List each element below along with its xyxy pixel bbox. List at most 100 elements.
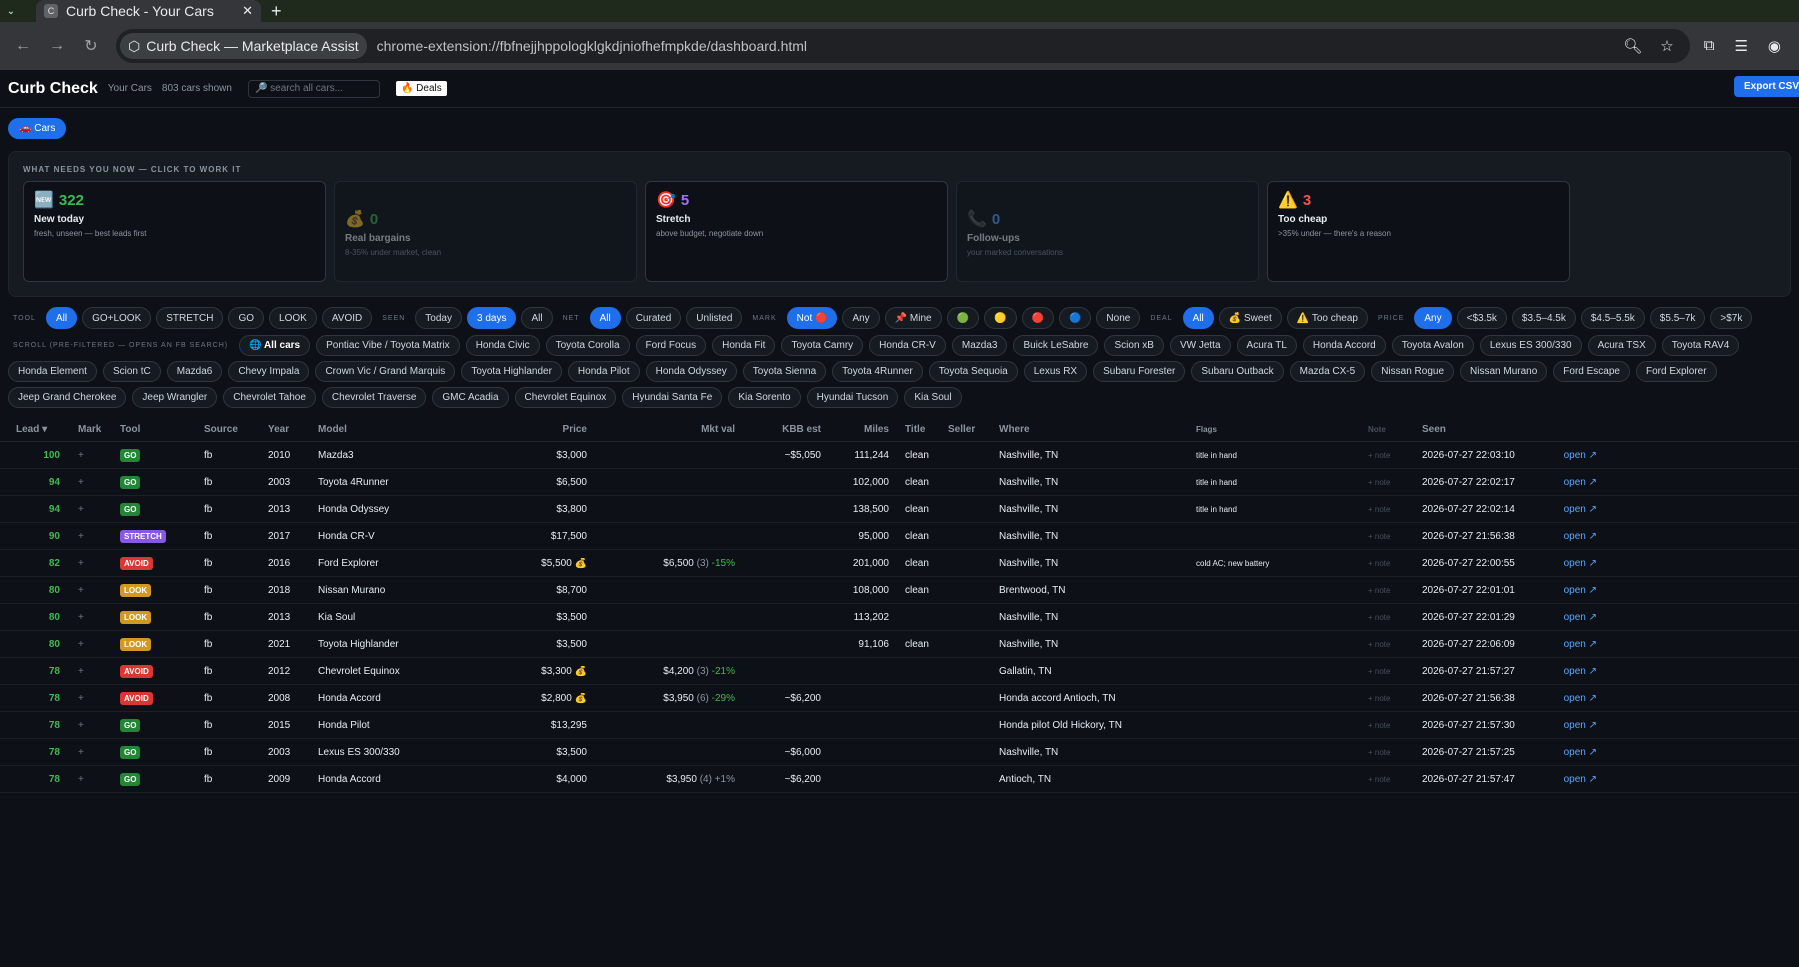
note-button[interactable]: + note <box>1368 640 1422 649</box>
scroll-search-chip[interactable]: Lexus ES 300/330 <box>1479 335 1582 356</box>
profile-icon[interactable]: ◉ <box>1768 37 1781 55</box>
scroll-search-chip[interactable]: Mazda3 <box>951 335 1008 356</box>
mark-button[interactable]: + <box>62 477 120 488</box>
table-row[interactable]: 94 + GO fb 2013 Honda Odyssey $3,800 138,500 cle… <box>0 496 1799 523</box>
scroll-search-chip[interactable]: Lexus RX <box>1023 361 1088 382</box>
url-text[interactable]: chrome-extension://fbfnejjhppologklgkdjn… <box>377 38 807 54</box>
mark-button[interactable]: + <box>62 612 120 623</box>
filter-tool-option[interactable]: AVOID <box>321 307 373 329</box>
column-header[interactable]: Source <box>204 424 268 435</box>
scroll-search-chip[interactable]: Toyota RAV4 <box>1661 335 1740 356</box>
table-row[interactable]: 80 + LOOK fb 2021 Toyota Highlander $3,500 91,1… <box>0 631 1799 658</box>
scroll-search-chip[interactable]: Acura TSX <box>1587 335 1656 356</box>
filter-price-option[interactable]: >$7k <box>1710 307 1753 329</box>
table-row[interactable]: 78 + AVOID fb 2008 Honda Accord $2,800 💰 $3,950… <box>0 685 1799 712</box>
mark-button[interactable]: + <box>62 558 120 569</box>
scroll-search-chip[interactable]: Chevrolet Equinox <box>514 387 617 408</box>
note-button[interactable]: + note <box>1368 532 1422 541</box>
needs-card[interactable]: 📞 0 Follow-ups your marked conversations <box>956 181 1259 282</box>
mark-button[interactable]: + <box>62 585 120 596</box>
filter-deal-option[interactable]: All <box>1182 307 1214 329</box>
scroll-search-chip[interactable]: Ford Focus <box>635 335 707 356</box>
filter-deal-option[interactable]: 💰 Sweet <box>1218 307 1282 329</box>
column-header[interactable]: Seen <box>1422 424 1557 435</box>
filter-price-option[interactable]: <$3.5k <box>1456 307 1507 329</box>
search-input[interactable]: 🔎 search all cars... <box>247 79 380 98</box>
scroll-search-chip[interactable]: Toyota Camry <box>781 335 864 356</box>
table-row[interactable]: 78 + GO fb 2015 Honda Pilot $13,295 Honda pilot… <box>0 712 1799 739</box>
scroll-search-chip[interactable]: Buick LeSabre <box>1013 335 1099 356</box>
bookmark-star-icon[interactable]: ☆ <box>1660 37 1673 55</box>
zoom-icon[interactable]: 🔍︎ <box>1623 37 1642 55</box>
note-button[interactable]: + note <box>1368 451 1422 460</box>
note-button[interactable]: + note <box>1368 478 1422 487</box>
scroll-search-chip[interactable]: Kia Sorento <box>728 387 801 408</box>
reading-list-icon[interactable]: ☰ <box>1734 37 1747 55</box>
needs-card[interactable]: 🆕 322 New today fresh, unseen — best leads … <box>23 181 326 282</box>
mark-button[interactable]: + <box>62 720 120 731</box>
scroll-search-chip[interactable]: Toyota Sequoia <box>928 361 1018 382</box>
open-link[interactable]: open ↗ <box>1557 639 1597 650</box>
filter-tool-option[interactable]: GO <box>228 307 265 329</box>
needs-card[interactable]: ⚠️ 3 Too cheap >35% under — there's a reaso… <box>1267 181 1570 282</box>
scroll-search-chip[interactable]: Acura TL <box>1236 335 1297 356</box>
note-button[interactable]: + note <box>1368 613 1422 622</box>
note-button[interactable]: + note <box>1368 559 1422 568</box>
browser-tab[interactable]: C Curb Check - Your Cars ✕ <box>36 0 261 22</box>
scroll-search-chip[interactable]: Ford Escape <box>1553 361 1630 382</box>
open-link[interactable]: open ↗ <box>1557 531 1597 542</box>
note-button[interactable]: + note <box>1368 667 1422 676</box>
open-link[interactable]: open ↗ <box>1557 558 1597 569</box>
open-link[interactable]: open ↗ <box>1557 720 1597 731</box>
filter-net-option[interactable]: All <box>589 307 621 329</box>
scroll-search-chip[interactable]: Scion tC <box>102 361 161 382</box>
filter-seen-option[interactable]: 3 days <box>466 307 517 329</box>
open-link[interactable]: open ↗ <box>1557 585 1597 596</box>
filter-mark-option[interactable]: 🔴 <box>1021 307 1054 329</box>
note-button[interactable]: + note <box>1368 748 1422 757</box>
mark-button[interactable]: + <box>62 450 120 461</box>
note-button[interactable]: + note <box>1368 694 1422 703</box>
filter-tool-option[interactable]: STRETCH <box>156 307 224 329</box>
scroll-search-chip[interactable]: Crown Vic / Grand Marquis <box>315 361 456 382</box>
open-link[interactable]: open ↗ <box>1557 747 1597 758</box>
scroll-search-chip[interactable]: Toyota Highlander <box>461 361 562 382</box>
scroll-search-chip[interactable]: Jeep Wrangler <box>132 387 218 408</box>
tab-cars[interactable]: 🚗 Cars <box>8 118 67 139</box>
column-header[interactable]: Mkt val <box>587 424 735 435</box>
scroll-search-chip[interactable]: Toyota Sienna <box>742 361 827 382</box>
mark-button[interactable]: + <box>62 693 120 704</box>
column-header[interactable]: Where <box>999 424 1196 435</box>
scroll-search-chip[interactable]: Chevrolet Traverse <box>321 387 427 408</box>
filter-tool-option[interactable]: All <box>45 307 78 329</box>
new-tab-icon[interactable]: + <box>271 0 282 22</box>
site-chip[interactable]: ⬡ Curb Check — Marketplace Assist <box>120 33 367 59</box>
scroll-search-chip[interactable]: Chevy Impala <box>228 361 310 382</box>
scroll-search-chip[interactable]: Honda Odyssey <box>645 361 737 382</box>
table-row[interactable]: 78 + GO fb 2003 Lexus ES 300/330 $3,500 ~$6,000… <box>0 739 1799 766</box>
column-header[interactable]: Year <box>268 424 318 435</box>
scroll-search-chip[interactable]: Mazda CX-5 <box>1289 361 1366 382</box>
table-row[interactable]: 78 + AVOID fb 2012 Chevrolet Equinox $3,300 💰 $… <box>0 658 1799 685</box>
column-header[interactable]: Note <box>1368 425 1422 434</box>
scroll-search-chip[interactable]: Subaru Forester <box>1093 361 1186 382</box>
scroll-search-chip[interactable]: Honda Fit <box>712 335 776 356</box>
scroll-search-chip[interactable]: Ford Explorer <box>1635 361 1717 382</box>
scroll-search-chip[interactable]: Toyota Corolla <box>545 335 630 356</box>
note-button[interactable]: + note <box>1368 721 1422 730</box>
filter-tool-option[interactable]: GO+LOOK <box>82 307 152 329</box>
filter-price-option[interactable]: Any <box>1414 307 1452 329</box>
extensions-icon[interactable]: ⧉ <box>1704 37 1715 55</box>
scroll-search-chip[interactable]: Honda Element <box>8 361 97 382</box>
open-link[interactable]: open ↗ <box>1557 450 1597 461</box>
table-row[interactable]: 80 + LOOK fb 2018 Nissan Murano $8,700 108,000 c… <box>0 577 1799 604</box>
scroll-search-chip[interactable]: Hyundai Tucson <box>806 387 899 408</box>
mark-button[interactable]: + <box>62 666 120 677</box>
table-row[interactable]: 90 + STRETCH fb 2017 Honda CR-V $17,500 95,000 c… <box>0 523 1799 550</box>
note-button[interactable]: + note <box>1368 775 1422 784</box>
column-header[interactable]: Seller <box>948 424 999 435</box>
column-header[interactable]: Miles <box>821 424 889 435</box>
scroll-search-chip[interactable]: 🌐 All cars <box>239 335 311 356</box>
reload-icon[interactable]: ↻ <box>76 31 106 61</box>
column-header[interactable]: Model <box>318 424 495 435</box>
